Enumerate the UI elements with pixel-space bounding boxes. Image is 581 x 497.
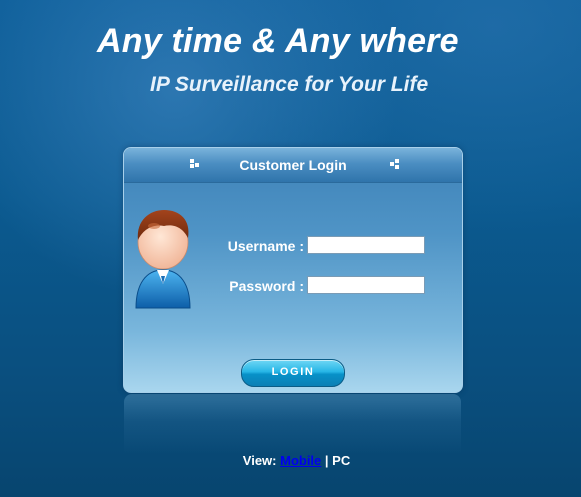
page-headline: Any time & Any where xyxy=(97,22,459,60)
login-button[interactable]: LOGIN xyxy=(241,359,345,387)
login-panel: Customer Login Username: Password: LOG… xyxy=(123,147,463,393)
password-label: Password : xyxy=(229,278,304,294)
login-panel-title: Customer Login xyxy=(239,157,347,173)
pc-view-label: PC xyxy=(332,453,351,468)
login-panel-header: Customer Login xyxy=(124,148,462,183)
pixel-decoration-right-icon xyxy=(390,159,399,169)
username-input[interactable] xyxy=(307,236,425,254)
user-avatar-icon xyxy=(135,210,191,309)
password-input[interactable] xyxy=(307,276,425,294)
view-separator: | xyxy=(324,453,329,468)
view-switcher: View: Mobile | PC xyxy=(0,453,581,468)
mobile-view-link[interactable]: Mobile xyxy=(280,453,321,468)
page-subheadline: IP Surveillance for Your Life xyxy=(150,73,429,96)
login-panel-reflection xyxy=(124,394,461,454)
username-label: Username : xyxy=(227,238,304,254)
view-prefix: View: xyxy=(242,453,277,468)
